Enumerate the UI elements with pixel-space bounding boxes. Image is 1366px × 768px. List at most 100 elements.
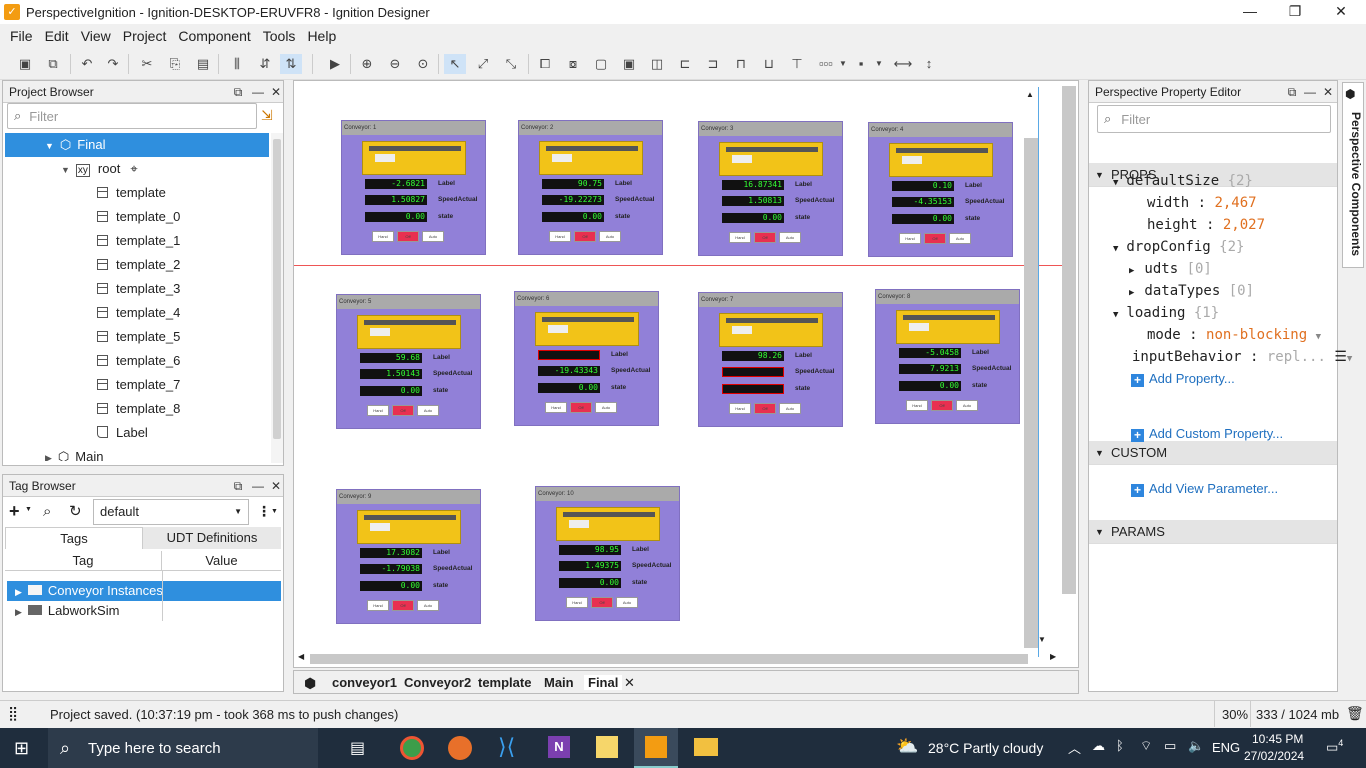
add-custom-property-link[interactable]: + Add Custom Property... [1131, 426, 1283, 442]
close-tab-icon[interactable]: ✕ [624, 675, 635, 691]
scroll-left-icon[interactable]: ◀ [298, 652, 304, 661]
chevron-down-icon[interactable]: ▼ [874, 54, 884, 74]
off-button[interactable]: Off [754, 232, 776, 243]
off-button[interactable]: Off [392, 405, 414, 416]
zoom-fit-icon[interactable]: ⊙ [412, 54, 434, 74]
conveyor-template[interactable]: Conveyor: 2 90.75 Label -19.22273 SpeedActua… [518, 120, 663, 255]
bluetooth-icon[interactable]: ᛒ [1116, 738, 1124, 753]
chevron-down-icon[interactable]: ▼ [838, 54, 848, 74]
conveyor-template[interactable]: Conveyor: 7 98.26 Label SpeedActual state Han… [698, 292, 843, 427]
prop-height[interactable]: height : 2,027 [1147, 217, 1265, 233]
flip-icon[interactable]: ⇵ [254, 54, 276, 74]
canvas-vertical-scrollbar[interactable]: ▲ [1024, 90, 1038, 650]
prop-mode[interactable]: mode : non-blocking ▼ [1147, 327, 1321, 343]
design-canvas[interactable]: Conveyor: 1 -2.6821 Label 1.50827 SpeedActua… [293, 80, 1079, 668]
width-icon[interactable]: ⟷ [892, 54, 914, 74]
group-icon[interactable]: ⧠ [534, 54, 556, 74]
hand-button[interactable]: Hand [729, 403, 751, 414]
pointer-tool-icon[interactable]: ↖ [444, 54, 466, 74]
close-panel-icon[interactable]: ✕ [1319, 81, 1337, 103]
windows-start-icon[interactable]: ⊞ [14, 738, 29, 759]
canvas-horizontal-scrollbar[interactable]: ◀ ▶ [298, 652, 1058, 666]
align-top-icon[interactable]: ⊔ [758, 54, 780, 74]
conveyor-template[interactable]: Conveyor: 10 98.95 Label 1.49375 SpeedActual… [535, 486, 680, 621]
conveyor-template[interactable]: Conveyor: 1 -2.6821 Label 1.50827 SpeedActua… [341, 120, 486, 255]
off-button[interactable]: Off [591, 597, 613, 608]
vscode-icon[interactable]: ⟩⟨ [498, 734, 515, 760]
chevron-up-icon[interactable]: ︿ [1068, 738, 1081, 757]
notification-icon[interactable]: ▭4 [1326, 738, 1343, 755]
expand-icon[interactable]: ▶ [15, 607, 22, 617]
tree-item-template[interactable]: template_2 [97, 253, 180, 277]
distribute-icon[interactable]: ▫▫▫ [812, 54, 840, 74]
weather-text[interactable]: 28°C Partly cloudy [928, 740, 1043, 756]
hand-button[interactable]: Hand [372, 231, 394, 242]
auto-button[interactable]: Auto [595, 402, 617, 413]
scroll-up-icon[interactable]: ▲ [1026, 90, 1034, 99]
tree-item-template[interactable]: template_0 [97, 205, 180, 229]
column-tag[interactable]: Tag [5, 551, 162, 570]
size-icon[interactable]: ▪ [850, 54, 872, 74]
menu-project[interactable]: Project [117, 28, 173, 44]
tree-item-template[interactable]: template_6 [97, 349, 180, 373]
menu-file[interactable]: File [4, 28, 39, 44]
off-button[interactable]: Off [397, 231, 419, 242]
off-button[interactable]: Off [574, 231, 596, 242]
conveyor-template[interactable]: Conveyor: 9 17.3082 Label -1.79038 SpeedActu… [336, 489, 481, 624]
tree-item-template[interactable]: template_1 [97, 229, 180, 253]
tree-item-template[interactable]: template_5 [97, 325, 180, 349]
tab-tags[interactable]: Tags [5, 527, 143, 549]
close-button[interactable]: ✕ [1318, 0, 1364, 24]
tag-row-conveyor-instances[interactable]: ▶ Conveyor Instances [7, 581, 281, 601]
tree-item-template[interactable]: template [97, 181, 166, 205]
redo-icon[interactable]: ↷ [102, 54, 124, 74]
prop-width[interactable]: width : 2,467 [1147, 195, 1257, 211]
align-bottom-icon[interactable]: ⊤ [786, 54, 808, 74]
column-value[interactable]: Value [162, 551, 281, 570]
prop-loading[interactable]: ▼ loading {1} [1113, 305, 1219, 321]
trash-icon[interactable]: 🗑 [1346, 705, 1364, 722]
grid-icon[interactable]: ⣿ [8, 705, 18, 722]
menu-edit[interactable]: Edit [39, 28, 75, 44]
align-left-icon[interactable]: ⊏ [674, 54, 696, 74]
conveyor-template[interactable]: Conveyor: 6 Label -19.43343 SpeedActual 0.00… [514, 291, 659, 426]
zoom-out-icon[interactable]: ⊖ [384, 54, 406, 74]
hand-button[interactable]: Hand [549, 231, 571, 242]
ungroup-icon[interactable]: ⧇ [562, 54, 584, 74]
conveyor-template[interactable]: Conveyor: 3 16.87341 Label 1.50813 SpeedActu… [698, 121, 843, 256]
auto-button[interactable]: Auto [422, 231, 444, 242]
tab-main[interactable]: Main [544, 675, 574, 690]
language-indicator[interactable]: ENG [1212, 740, 1240, 755]
task-view-icon[interactable]: ▤ [350, 738, 365, 758]
auto-button[interactable]: Auto [779, 232, 801, 243]
auto-button[interactable]: Auto [417, 600, 439, 611]
minimize-panel-icon[interactable]: — [1301, 81, 1319, 103]
auto-button[interactable]: Auto [417, 405, 439, 416]
align-right-icon[interactable]: ⊓ [730, 54, 752, 74]
add-property-link[interactable]: + Add Property... [1131, 371, 1235, 387]
save-icon[interactable]: ▣ [14, 54, 36, 74]
toggle-icon[interactable]: ⇅ [280, 54, 302, 74]
hand-button[interactable]: Hand [566, 597, 588, 608]
tab-template[interactable]: template [478, 675, 531, 690]
prop-datatypes[interactable]: ▶ dataTypes [0] [1129, 283, 1254, 299]
float-icon[interactable]: ⧉ [229, 475, 247, 497]
scroll-thumb[interactable] [310, 654, 1028, 664]
tab-conveyor1[interactable]: conveyor1 [332, 675, 397, 690]
tree-item-final[interactable]: ▼ ⬡ Final [5, 133, 269, 157]
maximize-button[interactable]: ❐ [1272, 0, 1318, 24]
perspective-components-tab[interactable]: ⬢ Perspective Components [1342, 82, 1364, 268]
auto-button[interactable]: Auto [956, 400, 978, 411]
front-icon[interactable]: ▢ [590, 54, 612, 74]
outer-vertical-scrollbar[interactable] [1062, 86, 1076, 594]
auto-button[interactable]: Auto [779, 403, 801, 414]
auto-button[interactable]: Auto [599, 231, 621, 242]
taskbar-search[interactable]: ⌕ Type here to search [48, 728, 318, 768]
hand-button[interactable]: Hand [906, 400, 928, 411]
hand-button[interactable]: Hand [367, 405, 389, 416]
zoom-in-icon[interactable]: ⊕ [356, 54, 378, 74]
forward-icon[interactable]: ◫ [646, 54, 668, 74]
network-icon[interactable]: ⌔ [1140, 738, 1152, 754]
ignition-launcher-icon[interactable] [596, 736, 618, 758]
copy-icon[interactable]: ⎘ [164, 54, 186, 74]
